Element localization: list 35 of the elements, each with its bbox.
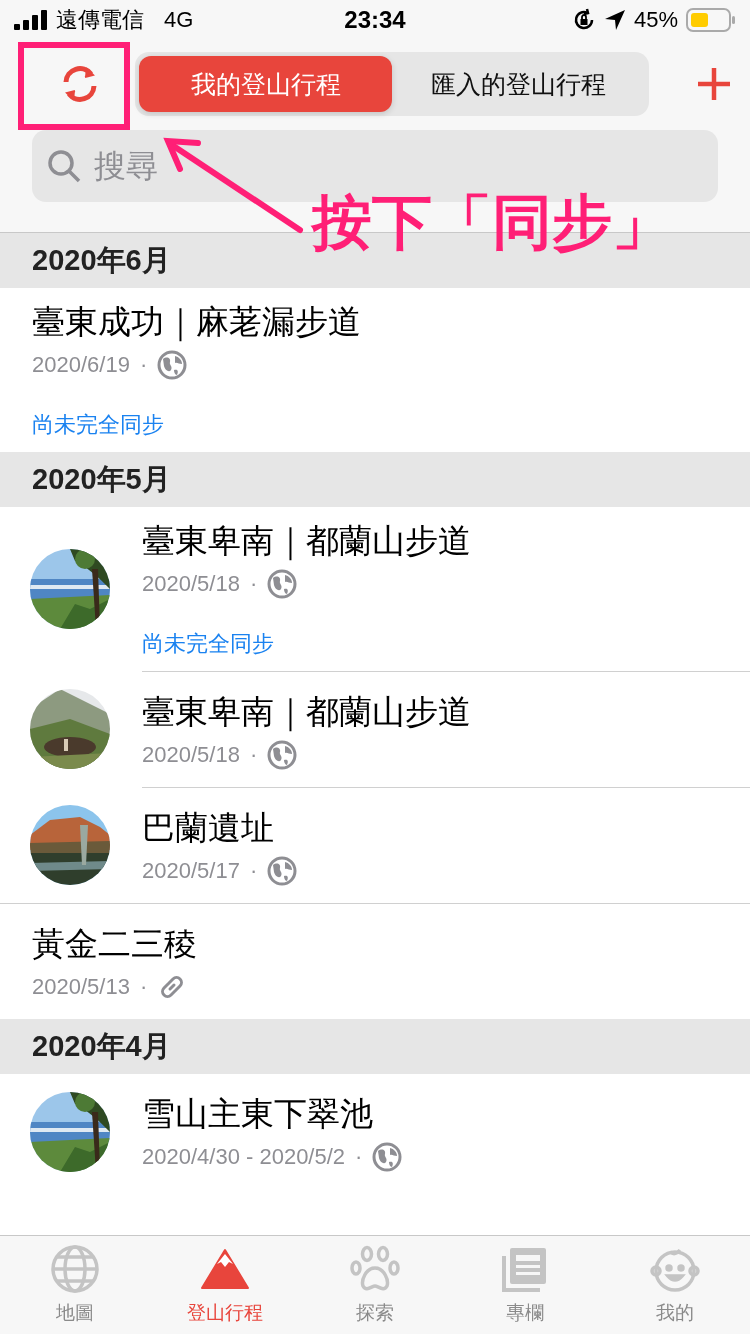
location-icon bbox=[603, 9, 626, 31]
trip-title[interactable]: 臺東卑南｜都蘭山步道 bbox=[142, 519, 750, 563]
sync-status: 尚未完全同步 bbox=[32, 411, 165, 439]
separator-dot: · bbox=[355, 1144, 363, 1170]
sync-status: 尚未完全同步 bbox=[142, 630, 275, 658]
clock: 23:34 bbox=[344, 6, 406, 34]
trip-title[interactable]: 臺東成功｜麻荖漏步道 bbox=[32, 300, 750, 344]
segment-tab[interactable]: 我的登山行程 bbox=[139, 56, 392, 112]
segment-tab[interactable]: 匯入的登山行程 bbox=[392, 56, 645, 112]
tab-bar-item[interactable]: 登山行程 bbox=[150, 1236, 300, 1334]
network-type: 4G bbox=[164, 7, 194, 33]
search-icon bbox=[46, 148, 82, 184]
signal-icon bbox=[14, 10, 48, 30]
separator-dot: · bbox=[249, 571, 258, 597]
section-header: 2020年5月 bbox=[0, 452, 750, 507]
section-header: 2020年4月 bbox=[0, 1019, 750, 1074]
trip-date: 2020/5/13 bbox=[32, 973, 130, 1000]
trip-date: 2020/5/17 bbox=[142, 857, 240, 884]
add-icon[interactable] bbox=[696, 66, 732, 102]
trip-title[interactable]: 巴蘭遺址 bbox=[142, 805, 750, 850]
trip-date: 2020/6/19 bbox=[32, 352, 130, 378]
trip-title[interactable]: 雪山主東下翠池 bbox=[142, 1092, 750, 1136]
separator-dot: · bbox=[249, 741, 258, 768]
trip-date: 2020/5/18 bbox=[142, 571, 240, 597]
trip-date: 2020/4/30 - 2020/5/2 bbox=[142, 1144, 346, 1170]
separator-dot: · bbox=[139, 352, 148, 378]
trip-title[interactable]: 黃金二三稜 bbox=[32, 921, 750, 966]
carrier-name: 遠傳電信 bbox=[56, 6, 144, 34]
trip-title[interactable]: 臺東卑南｜都蘭山步道 bbox=[142, 689, 750, 734]
separator-dot: · bbox=[249, 857, 258, 884]
battery-icon bbox=[686, 8, 736, 32]
battery-percent: 45% bbox=[633, 7, 678, 33]
globe-icon bbox=[50, 1244, 100, 1294]
trip-date: 2020/5/18 bbox=[142, 741, 240, 768]
separator-dot: · bbox=[139, 973, 148, 1000]
